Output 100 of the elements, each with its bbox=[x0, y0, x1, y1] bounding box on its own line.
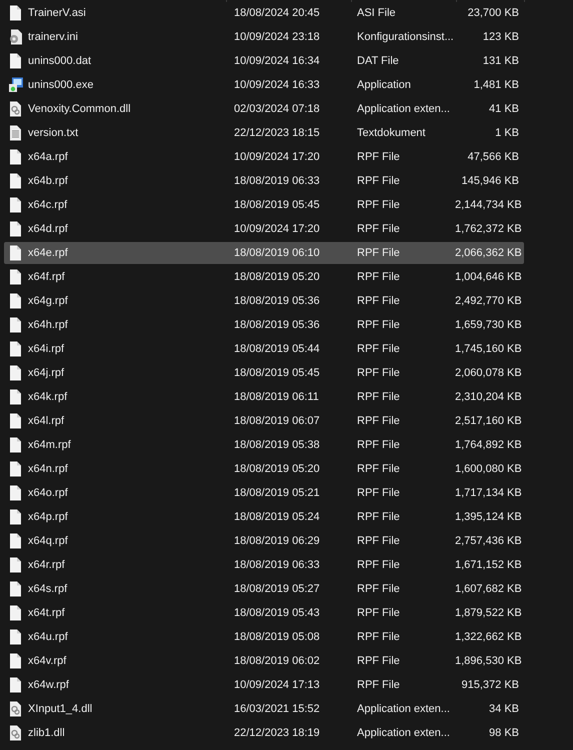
file-row[interactable]: x64i.rpf 18/08/2019 05:44 RPF File 1,745,160 KB bbox=[4, 338, 524, 360]
file-name: zlib1.dll bbox=[28, 727, 65, 739]
file-type: RPF File bbox=[357, 679, 400, 691]
date-modified: 18/08/2019 05:36 bbox=[234, 319, 320, 331]
file-name: trainerv.ini bbox=[28, 31, 78, 43]
date-modified: 18/08/2019 06:33 bbox=[234, 175, 320, 187]
file-row[interactable]: x64r.rpf 18/08/2019 06:33 RPF File 1,671,152 KB bbox=[4, 554, 524, 576]
file-row[interactable]: unins000.exe 10/09/2024 16:33 Application 1,481 KB bbox=[4, 74, 524, 96]
file-row[interactable]: x64d.rpf 10/09/2024 17:20 RPF File 1,762,372 KB bbox=[4, 218, 524, 240]
file-row[interactable]: x64b.rpf 18/08/2019 06:33 RPF File 145,946 KB bbox=[4, 170, 524, 192]
document-icon bbox=[8, 629, 24, 645]
file-size: 1,896,530 KB bbox=[455, 655, 522, 667]
date-modified: 10/09/2024 16:33 bbox=[234, 79, 320, 91]
file-row[interactable]: x64n.rpf 18/08/2019 05:20 RPF File 1,600,080 KB bbox=[4, 458, 524, 480]
file-size: 2,757,436 KB bbox=[455, 535, 522, 547]
file-name: x64k.rpf bbox=[28, 391, 68, 403]
file-name: x64e.rpf bbox=[28, 247, 68, 259]
date-modified: 18/08/2019 06:07 bbox=[234, 415, 320, 427]
file-row[interactable]: version.txt 22/12/2023 18:15 Textdokument 1 KB bbox=[4, 122, 524, 144]
file-size: 1,607,682 KB bbox=[455, 583, 522, 595]
file-name: Venoxity.Common.dll bbox=[28, 103, 131, 115]
file-type: Application bbox=[357, 79, 411, 91]
file-size: 2,066,362 KB bbox=[455, 247, 522, 259]
file-row[interactable]: x64o.rpf 18/08/2019 05:21 RPF File 1,717,134 KB bbox=[4, 482, 524, 504]
document-icon bbox=[8, 269, 24, 285]
file-row[interactable]: x64f.rpf 18/08/2019 05:20 RPF File 1,004,646 KB bbox=[4, 266, 524, 288]
file-name: x64v.rpf bbox=[28, 655, 66, 667]
file-size: 2,060,078 KB bbox=[455, 367, 522, 379]
file-name: x64r.rpf bbox=[28, 559, 65, 571]
file-type: RPF File bbox=[357, 559, 400, 571]
file-row[interactable]: TrainerV.asi 18/08/2024 20:45 ASI File 23,700 KB bbox=[4, 2, 524, 24]
file-type: RPF File bbox=[357, 175, 400, 187]
date-modified: 18/08/2019 05:21 bbox=[234, 487, 320, 499]
file-type: RPF File bbox=[357, 247, 400, 259]
file-size: 1,481 KB bbox=[474, 79, 519, 91]
file-size: 1,671,152 KB bbox=[455, 559, 522, 571]
file-size: 1 KB bbox=[495, 127, 519, 139]
file-type: RPF File bbox=[357, 655, 400, 667]
file-name: x64i.rpf bbox=[28, 343, 64, 355]
file-name: x64a.rpf bbox=[28, 151, 68, 163]
file-row[interactable]: x64e.rpf 18/08/2019 06:10 RPF File 2,066,362 KB bbox=[4, 242, 524, 264]
file-type: RPF File bbox=[357, 223, 400, 235]
document-icon bbox=[8, 581, 24, 597]
file-name: unins000.exe bbox=[28, 79, 94, 91]
file-row[interactable]: Venoxity.Common.dll 02/03/2024 07:18 Application exten... 41 KB bbox=[4, 98, 524, 120]
file-row[interactable]: x64c.rpf 18/08/2019 05:45 RPF File 2,144,734 KB bbox=[4, 194, 524, 216]
document-icon bbox=[8, 677, 24, 693]
file-row[interactable]: x64a.rpf 10/09/2024 17:20 RPF File 47,566 KB bbox=[4, 146, 524, 168]
file-size: 1,600,080 KB bbox=[455, 463, 522, 475]
file-size: 2,144,734 KB bbox=[455, 199, 522, 211]
file-name: x64o.rpf bbox=[28, 487, 68, 499]
library-file-icon bbox=[8, 725, 24, 741]
file-row[interactable]: x64v.rpf 18/08/2019 06:02 RPF File 1,896,530 KB bbox=[4, 650, 524, 672]
file-row[interactable]: unins000.dat 10/09/2024 16:34 DAT File 131 KB bbox=[4, 50, 524, 72]
file-row[interactable]: x64h.rpf 18/08/2019 05:36 RPF File 1,659,730 KB bbox=[4, 314, 524, 336]
file-size: 1,764,892 KB bbox=[455, 439, 522, 451]
document-icon bbox=[8, 437, 24, 453]
file-row[interactable]: x64w.rpf 10/09/2024 17:13 RPF File 915,372 KB bbox=[4, 674, 524, 696]
date-modified: 18/08/2019 06:33 bbox=[234, 559, 320, 571]
library-file-icon bbox=[8, 101, 24, 117]
document-icon bbox=[8, 653, 24, 669]
date-modified: 18/08/2019 05:38 bbox=[234, 439, 320, 451]
file-name: XInput1_4.dll bbox=[28, 703, 92, 715]
file-type: Application exten... bbox=[357, 727, 450, 739]
document-icon bbox=[8, 533, 24, 549]
file-name: version.txt bbox=[28, 127, 78, 139]
file-type: ASI File bbox=[357, 7, 396, 19]
file-type: RPF File bbox=[357, 463, 400, 475]
file-row[interactable]: x64p.rpf 18/08/2019 05:24 RPF File 1,395,124 KB bbox=[4, 506, 524, 528]
file-row[interactable]: x64t.rpf 18/08/2019 05:43 RPF File 1,879,522 KB bbox=[4, 602, 524, 624]
file-type: RPF File bbox=[357, 439, 400, 451]
file-name: x64s.rpf bbox=[28, 583, 68, 595]
date-modified: 22/12/2023 18:19 bbox=[234, 727, 320, 739]
document-icon bbox=[8, 485, 24, 501]
file-type: RPF File bbox=[357, 535, 400, 547]
file-name: x64g.rpf bbox=[28, 295, 68, 307]
file-row[interactable]: x64g.rpf 18/08/2019 05:36 RPF File 2,492,770 KB bbox=[4, 290, 524, 312]
file-row[interactable]: x64s.rpf 18/08/2019 05:27 RPF File 1,607,682 KB bbox=[4, 578, 524, 600]
file-row[interactable]: x64u.rpf 18/08/2019 05:08 RPF File 1,322,662 KB bbox=[4, 626, 524, 648]
file-row[interactable]: zlib1.dll 22/12/2023 18:19 Application exten... 98 KB bbox=[4, 722, 524, 744]
file-row[interactable]: trainerv.ini 10/09/2024 23:18 Konfigurationsinst... 123 KB bbox=[4, 26, 524, 48]
document-icon bbox=[8, 605, 24, 621]
file-name: x64w.rpf bbox=[28, 679, 69, 691]
document-icon bbox=[8, 149, 24, 165]
file-row[interactable]: x64j.rpf 18/08/2019 05:45 RPF File 2,060,078 KB bbox=[4, 362, 524, 384]
file-row[interactable]: x64k.rpf 18/08/2019 06:11 RPF File 2,310,204 KB bbox=[4, 386, 524, 408]
application-icon bbox=[8, 77, 24, 93]
file-size: 123 KB bbox=[482, 31, 519, 43]
file-size: 1,004,646 KB bbox=[455, 271, 522, 283]
date-modified: 16/03/2021 15:52 bbox=[234, 703, 320, 715]
text-file-icon bbox=[8, 125, 24, 141]
date-modified: 18/08/2019 05:24 bbox=[234, 511, 320, 523]
file-row[interactable]: XInput1_4.dll 16/03/2021 15:52 Application exten... 34 KB bbox=[4, 698, 524, 720]
file-row[interactable]: x64l.rpf 18/08/2019 06:07 RPF File 2,517,160 KB bbox=[4, 410, 524, 432]
file-size: 2,517,160 KB bbox=[455, 415, 522, 427]
file-name: x64m.rpf bbox=[28, 439, 71, 451]
file-row[interactable]: x64m.rpf 18/08/2019 05:38 RPF File 1,764,892 KB bbox=[4, 434, 524, 456]
file-size: 1,395,124 KB bbox=[455, 511, 522, 523]
file-row[interactable]: x64q.rpf 18/08/2019 06:29 RPF File 2,757,436 KB bbox=[4, 530, 524, 552]
date-modified: 10/09/2024 16:34 bbox=[234, 55, 320, 67]
